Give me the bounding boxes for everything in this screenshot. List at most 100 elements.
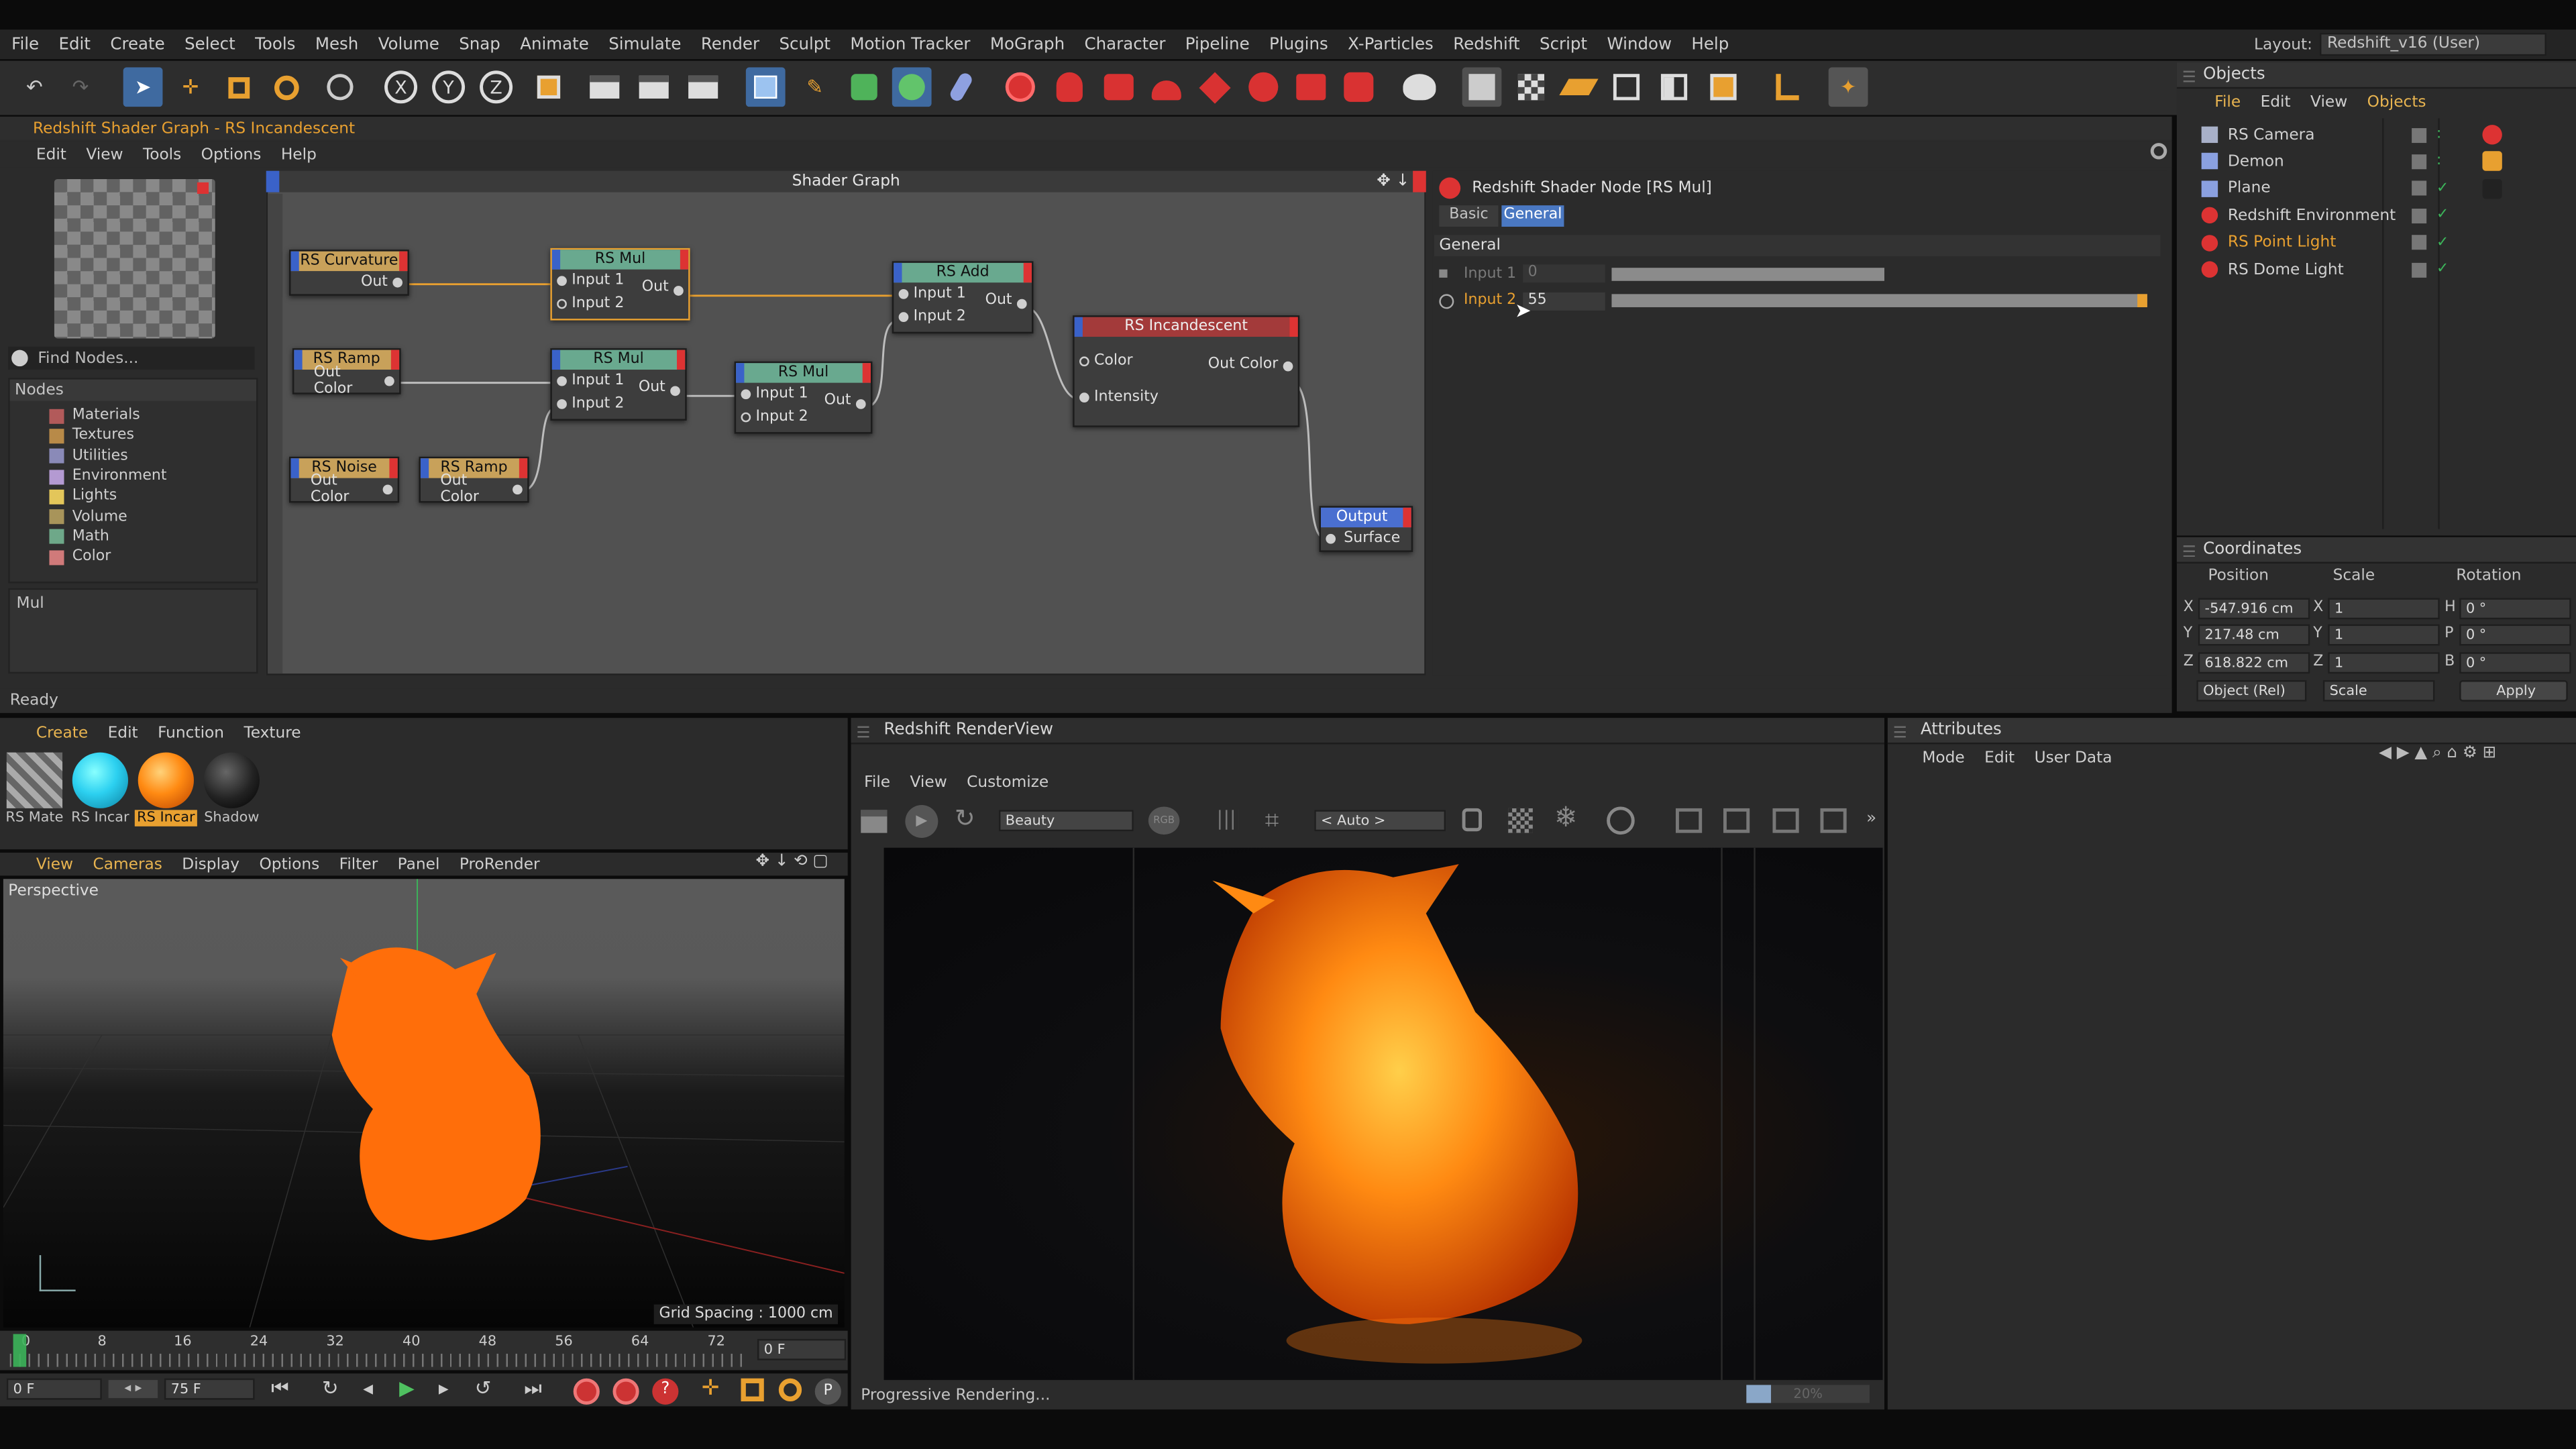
scale-mode-dropdown[interactable]: Scale bbox=[2322, 680, 2435, 702]
apply-button[interactable]: Apply bbox=[2459, 680, 2568, 702]
node-rs-ramp-2[interactable]: RS Ramp Out Color bbox=[419, 456, 529, 506]
material-tag-icon[interactable] bbox=[2482, 152, 2502, 172]
layout-selector[interactable]: Layout: Redshift_v16 (User) bbox=[2254, 32, 2546, 58]
input1-field[interactable]: 0 bbox=[1523, 264, 1605, 283]
visibility-toggle-icon[interactable] bbox=[2412, 154, 2427, 169]
frame-stepper[interactable]: ◂ ▸ bbox=[108, 1380, 158, 1399]
visibility-toggle-icon[interactable] bbox=[2412, 181, 2427, 197]
enabled-check-icon[interactable]: ✓ bbox=[2436, 261, 2453, 277]
lock-icon[interactable] bbox=[1462, 808, 1482, 832]
enabled-check-icon[interactable]: ✓ bbox=[2436, 234, 2453, 250]
menu-window[interactable]: Window bbox=[1607, 36, 1672, 54]
input-port[interactable] bbox=[741, 389, 751, 400]
rotation-h-field[interactable]: 0 ° bbox=[2459, 598, 2571, 620]
input-port[interactable] bbox=[898, 289, 909, 299]
position-x-field[interactable]: -547.916 cm bbox=[2198, 598, 2310, 620]
material-menu-function[interactable]: Function bbox=[158, 724, 224, 743]
renderview-menu-view[interactable]: View bbox=[910, 773, 947, 791]
render-image[interactable] bbox=[883, 847, 1883, 1381]
tab-basic[interactable]: Basic bbox=[1439, 205, 1499, 227]
output-port[interactable] bbox=[1283, 361, 1293, 372]
material-tag-icon[interactable] bbox=[2482, 125, 2502, 145]
more-icon[interactable]: » bbox=[1866, 810, 1876, 828]
material-tag-icon[interactable] bbox=[2482, 178, 2502, 199]
node-rs-mul-1[interactable]: RS Mul Input 1 Out Input 2 bbox=[550, 248, 690, 321]
copy-icon[interactable] bbox=[1820, 808, 1847, 833]
input2-slider[interactable] bbox=[1611, 294, 2147, 307]
objects-menu-file[interactable]: File bbox=[2214, 94, 2241, 112]
attributes-menu-user-data[interactable]: User Data bbox=[2035, 749, 2112, 767]
input-port[interactable] bbox=[741, 412, 751, 423]
output-port[interactable] bbox=[382, 484, 393, 495]
attributes-menu-edit[interactable]: Edit bbox=[1984, 749, 2015, 767]
checker-button[interactable] bbox=[1511, 67, 1551, 107]
object-redshift-environment[interactable]: Redshift Environment ✓ bbox=[2201, 203, 2571, 229]
bucket-grid-icon[interactable] bbox=[1508, 808, 1533, 833]
viewport-menu-prorender[interactable]: ProRender bbox=[460, 855, 540, 873]
objects-menu-objects[interactable]: Objects bbox=[2367, 94, 2426, 112]
material-3[interactable]: Shadow bbox=[201, 749, 263, 828]
dot-icon[interactable]: : bbox=[2436, 127, 2453, 143]
start-frame-field[interactable]: 0 F bbox=[6, 1378, 102, 1400]
circle-icon[interactable] bbox=[1607, 806, 1635, 835]
object-rs-point-light[interactable]: RS Point Light ✓ bbox=[2201, 229, 2571, 256]
material-0[interactable]: RS Mate bbox=[3, 749, 66, 828]
shader-search-icon[interactable] bbox=[2150, 143, 2167, 160]
menu-help[interactable]: Help bbox=[1691, 36, 1729, 54]
attributes-nav-icons[interactable]: ◀ ▶ ▲ ⌕ ⌂ ⚙ ⊞ bbox=[2379, 744, 2496, 762]
viewport-menu-display[interactable]: Display bbox=[182, 855, 239, 873]
tab-general[interactable]: General bbox=[1501, 205, 1564, 227]
aov-dropdown[interactable]: Beauty bbox=[998, 810, 1134, 832]
input-port[interactable] bbox=[1326, 533, 1336, 544]
material-2[interactable]: RS Incar bbox=[134, 749, 197, 828]
input-port[interactable] bbox=[557, 376, 567, 386]
scale-x-field[interactable]: 1 bbox=[2328, 598, 2440, 620]
autokey-icon[interactable] bbox=[612, 1378, 639, 1405]
workplane-button[interactable] bbox=[1768, 67, 1807, 107]
renderview-menu-file[interactable]: File bbox=[864, 773, 890, 791]
menu-redshift[interactable]: Redshift bbox=[1453, 36, 1519, 54]
object-demon[interactable]: Demon: bbox=[2201, 148, 2571, 174]
input2-field[interactable]: 55 bbox=[1523, 291, 1605, 310]
viewport-menu-options[interactable]: Options bbox=[259, 855, 319, 873]
loop-forward-icon[interactable]: ↺ bbox=[475, 1377, 492, 1399]
node-output[interactable]: Output Surface bbox=[1319, 506, 1413, 552]
renderview-menu-customize[interactable]: Customize bbox=[967, 773, 1049, 791]
position-y-field[interactable]: 217.48 cm bbox=[2198, 625, 2310, 647]
material-1[interactable]: RS Incar bbox=[69, 749, 131, 828]
rotation-b-field[interactable]: 0 ° bbox=[2459, 651, 2571, 674]
snap-button[interactable]: ✦ bbox=[1828, 67, 1868, 107]
box-orange-button[interactable] bbox=[1704, 67, 1743, 107]
playhead[interactable] bbox=[13, 1334, 27, 1367]
visibility-toggle-icon[interactable] bbox=[2412, 127, 2427, 142]
go-start-icon[interactable]: ⏮ bbox=[271, 1377, 288, 1401]
node-rs-incandescent[interactable]: RS Incandescent Color Out Color Intensity bbox=[1073, 315, 1300, 427]
output-port[interactable] bbox=[513, 484, 523, 495]
save-image-icon[interactable] bbox=[1675, 808, 1703, 833]
object-plane[interactable]: Plane ✓ bbox=[2201, 176, 2571, 202]
input-port[interactable] bbox=[1079, 356, 1089, 367]
step-forward-icon[interactable]: ▸ bbox=[439, 1377, 449, 1399]
go-end-icon[interactable]: ⏭ bbox=[524, 1377, 541, 1401]
node-rs-add[interactable]: RS Add Input 1 Out Input 2 bbox=[892, 261, 1034, 334]
scale-y-field[interactable]: 1 bbox=[2328, 625, 2440, 647]
input-port[interactable] bbox=[557, 299, 567, 309]
node-rs-ramp-1[interactable]: RS Ramp Out Color bbox=[292, 348, 401, 398]
viewport-menu-view[interactable]: View bbox=[36, 855, 73, 873]
material-menu-create[interactable]: Create bbox=[36, 724, 88, 743]
node-rs-noise[interactable]: RS Noise Out Color bbox=[289, 456, 400, 506]
input1-animation-dot[interactable] bbox=[1439, 269, 1448, 278]
material-menu-edit[interactable]: Edit bbox=[108, 724, 138, 743]
current-frame-field[interactable]: 0 F bbox=[757, 1338, 847, 1360]
floor-button[interactable] bbox=[1559, 67, 1599, 107]
input-port[interactable] bbox=[557, 399, 567, 409]
input2-animation-dot[interactable] bbox=[1439, 293, 1454, 309]
key-param-icon[interactable]: P bbox=[814, 1378, 841, 1405]
objects-menu-edit[interactable]: Edit bbox=[2261, 94, 2291, 112]
play-icon[interactable]: ▶ bbox=[399, 1377, 415, 1399]
input-port[interactable] bbox=[898, 312, 909, 323]
object-rs-camera[interactable]: RS Camera: bbox=[2201, 121, 2571, 148]
menu-script[interactable]: Script bbox=[1540, 36, 1587, 54]
layout-dropdown[interactable]: Redshift_v16 (User) bbox=[2318, 32, 2546, 56]
clapper-icon[interactable] bbox=[861, 810, 888, 833]
